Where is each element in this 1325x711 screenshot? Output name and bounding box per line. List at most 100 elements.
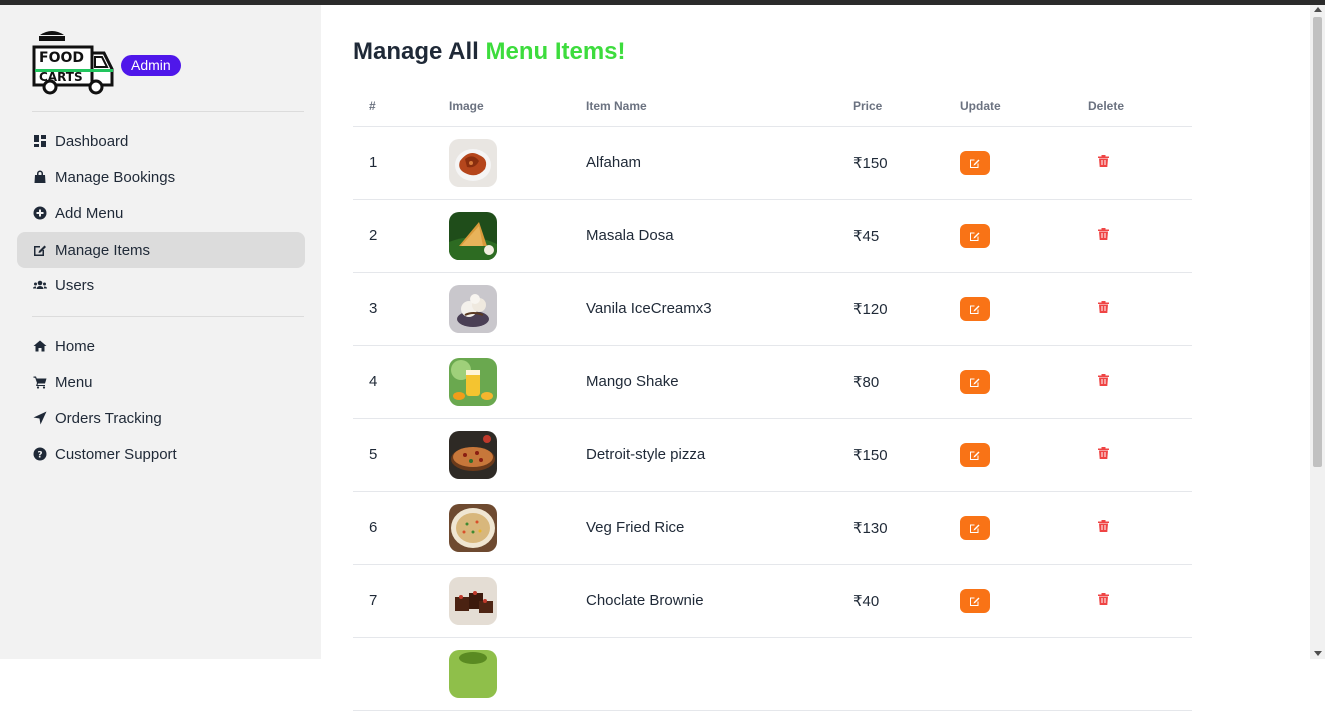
trash-icon <box>1098 301 1109 313</box>
table-row: 1 Alfaham ₹150 <box>353 126 1192 200</box>
food-carts-logo[interactable]: FOOD CARTS <box>32 29 116 97</box>
sidebar-divider <box>32 316 304 317</box>
item-price: ₹130 <box>853 491 960 565</box>
sidebar-item-home[interactable]: Home <box>17 328 305 364</box>
dashboard-icon <box>33 134 47 148</box>
row-number: 1 <box>353 126 449 200</box>
trash-icon <box>1098 374 1109 386</box>
edit-icon <box>970 378 980 387</box>
page-title-prefix: Manage All <box>353 38 479 65</box>
food-image-vanila-icecream <box>449 284 497 333</box>
table-header-row: # Image Item Name Price Update Delete <box>353 86 1192 127</box>
food-image-veg-fried-rice <box>449 503 497 552</box>
trash-icon <box>1098 593 1109 605</box>
update-button[interactable] <box>960 296 990 321</box>
sidebar-item-menu[interactable]: Menu <box>17 364 305 400</box>
item-name: Mango Shake <box>586 345 853 419</box>
row-number <box>353 637 449 711</box>
sidebar-item-customer-support[interactable]: ? Customer Support <box>17 436 305 472</box>
sidebar-item-add-menu[interactable]: Add Menu <box>17 195 305 231</box>
sidebar-item-orders-tracking[interactable]: Orders Tracking <box>17 400 305 436</box>
row-number: 6 <box>353 491 449 565</box>
item-price: ₹120 <box>853 272 960 346</box>
item-name: Alfaham <box>586 126 853 200</box>
sidebar-item-label: Menu <box>55 373 93 391</box>
sidebar-item-label: Manage Items <box>55 241 151 259</box>
update-button[interactable] <box>960 223 990 248</box>
delete-button[interactable] <box>1098 447 1110 460</box>
row-number: 3 <box>353 272 449 346</box>
item-name: Detroit-style pizza <box>586 418 853 492</box>
food-image-choclate-brownie <box>449 576 497 625</box>
item-price <box>853 637 960 711</box>
edit-icon <box>970 597 980 606</box>
sidebar-item-dashboard[interactable]: Dashboard <box>17 123 305 159</box>
page-title-highlight: Menu Items! <box>485 38 626 65</box>
shopping-bag-icon <box>33 170 47 184</box>
item-price: ₹45 <box>853 199 960 273</box>
sidebar-item-label: Dashboard <box>55 132 129 150</box>
table-row <box>353 637 1192 711</box>
table-row: 5 Detroit-style pizza ₹150 <box>353 418 1192 492</box>
scroll-down-arrow-icon[interactable] <box>1314 651 1322 656</box>
page-title: Manage All Menu Items! <box>353 38 626 66</box>
sidebar-item-label: Add Menu <box>55 204 124 222</box>
sidebar-item-label: Manage Bookings <box>55 168 176 186</box>
update-button[interactable] <box>960 369 990 394</box>
plus-circle-icon <box>33 206 47 220</box>
edit-icon <box>970 305 980 314</box>
edit-icon <box>33 243 47 257</box>
column-header-delete: Delete <box>1088 86 1192 127</box>
food-image-detroit-pizza <box>449 430 497 479</box>
column-header-update: Update <box>960 86 1088 127</box>
delete-button[interactable] <box>1098 301 1110 314</box>
logo-text-food: FOOD <box>39 50 84 66</box>
table-row: 6 Veg Fried Rice ₹130 <box>353 491 1192 565</box>
sidebar: FOOD CARTS Admin Dashboard Manage Bookin… <box>0 5 321 659</box>
table-row: 2 Masala Dosa ₹45 <box>353 199 1192 273</box>
trash-icon <box>1098 520 1109 532</box>
row-number: 2 <box>353 199 449 273</box>
row-number: 7 <box>353 564 449 638</box>
edit-icon <box>970 451 980 460</box>
table-row: 4 Mango Shake ₹80 <box>353 345 1192 419</box>
edit-icon <box>970 232 980 241</box>
delete-button[interactable] <box>1098 520 1110 533</box>
delete-button[interactable] <box>1098 155 1110 168</box>
item-name: Choclate Brownie <box>586 564 853 638</box>
delete-button[interactable] <box>1098 228 1110 241</box>
update-button[interactable] <box>960 150 990 175</box>
item-name <box>586 637 853 711</box>
update-button[interactable] <box>960 515 990 540</box>
row-number: 4 <box>353 345 449 419</box>
delete-button[interactable] <box>1098 374 1110 387</box>
column-header-item-name: Item Name <box>586 86 853 127</box>
sidebar-item-label: Users <box>55 276 95 294</box>
column-header-number: # <box>353 86 449 127</box>
question-circle-icon: ? <box>33 447 47 461</box>
sidebar-item-manage-bookings[interactable]: Manage Bookings <box>17 159 305 195</box>
sidebar-item-manage-items[interactable]: Manage Items <box>17 232 305 268</box>
row-number: 5 <box>353 418 449 492</box>
scroll-up-arrow-icon[interactable] <box>1314 7 1322 12</box>
item-name: Vanila IceCreamx3 <box>586 272 853 346</box>
delete-button[interactable] <box>1098 593 1110 606</box>
item-price: ₹80 <box>853 345 960 419</box>
item-price: ₹40 <box>853 564 960 638</box>
admin-badge: Admin <box>121 55 181 76</box>
sidebar-item-label: Home <box>55 337 96 355</box>
item-price: ₹150 <box>853 126 960 200</box>
food-image-mango-shake <box>449 357 497 406</box>
update-button[interactable] <box>960 588 990 613</box>
sidebar-item-users[interactable]: Users <box>17 267 305 303</box>
trash-icon <box>1098 447 1109 459</box>
food-image-masala-dosa <box>449 211 497 260</box>
svg-text:?: ? <box>37 451 42 461</box>
update-button[interactable] <box>960 442 990 467</box>
sidebar-divider <box>32 111 304 112</box>
home-icon <box>33 339 47 353</box>
users-icon <box>33 278 47 292</box>
scrollbar-thumb[interactable] <box>1313 17 1322 467</box>
menu-items-table: # Image Item Name Price Update Delete 1 … <box>353 86 1192 711</box>
page-scrollbar[interactable] <box>1310 5 1325 659</box>
